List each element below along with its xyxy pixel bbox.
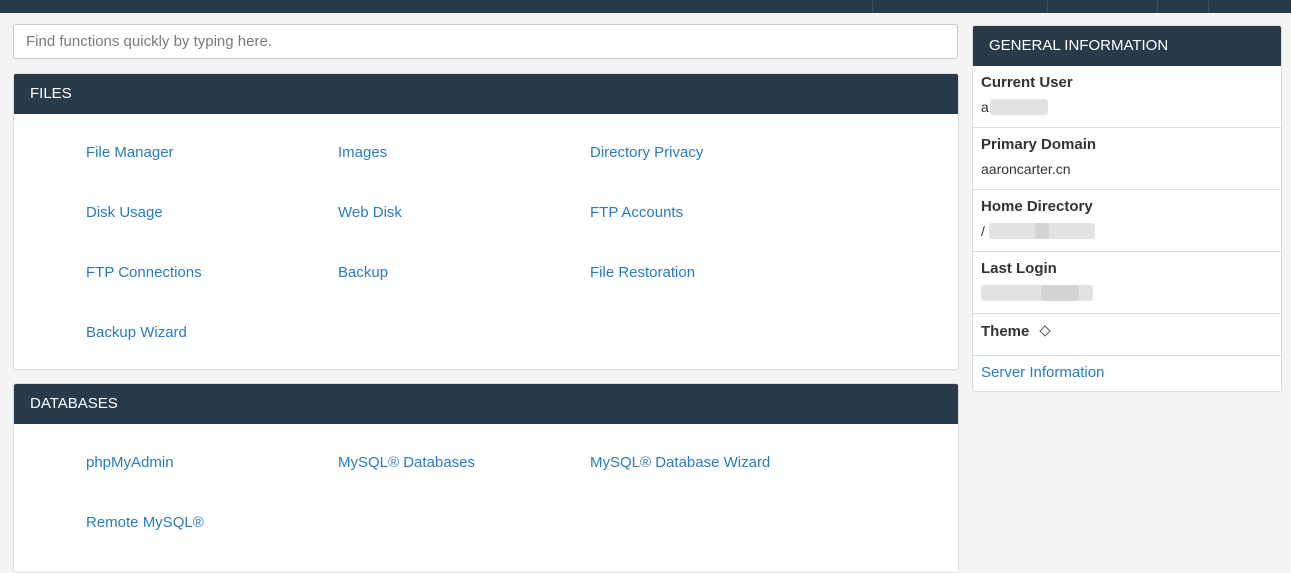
home-directory-text: / xyxy=(981,223,985,239)
server-information-link[interactable]: Server Information xyxy=(981,364,1104,381)
topbar-divider xyxy=(1047,0,1048,13)
quick-find-search-input[interactable] xyxy=(13,24,958,59)
main-content: FILES File Manager Images Directory Priv… xyxy=(13,24,959,573)
current-user-row: Current User a xyxy=(973,66,1281,128)
current-user-text: a xyxy=(981,99,989,115)
home-directory-value: / xyxy=(981,222,1273,240)
directory-privacy-link[interactable]: Directory Privacy xyxy=(590,144,703,161)
primary-domain-value: aaroncarter.cn xyxy=(981,161,1071,177)
mysql-database-wizard-link[interactable]: MySQL® Database Wizard xyxy=(590,454,770,471)
web-disk-link[interactable]: Web Disk xyxy=(338,204,402,221)
mysql-databases-link[interactable]: MySQL® Databases xyxy=(338,454,475,471)
top-navigation-bar xyxy=(0,0,1291,13)
last-login-label: Last Login xyxy=(981,260,1057,277)
primary-domain-row: Primary Domain aaroncarter.cn xyxy=(973,128,1281,190)
general-information-title: GENERAL INFORMATION xyxy=(973,26,1281,66)
disk-usage-link[interactable]: Disk Usage xyxy=(86,204,163,221)
ftp-accounts-link[interactable]: FTP Accounts xyxy=(590,204,683,221)
theme-selector-icon[interactable] xyxy=(1039,325,1051,337)
home-directory-row: Home Directory / xyxy=(973,190,1281,252)
home-directory-label: Home Directory xyxy=(981,198,1093,215)
redacted-blur xyxy=(1041,285,1079,301)
databases-panel-title[interactable]: DATABASES xyxy=(14,384,958,424)
file-restoration-link[interactable]: File Restoration xyxy=(590,264,695,281)
backup-wizard-link[interactable]: Backup Wizard xyxy=(86,324,187,341)
phpmyadmin-link[interactable]: phpMyAdmin xyxy=(86,454,174,471)
server-information-row: Server Information xyxy=(973,356,1281,391)
backup-link[interactable]: Backup xyxy=(338,264,388,281)
primary-domain-label: Primary Domain xyxy=(981,136,1097,153)
remote-mysql-link[interactable]: Remote MySQL® xyxy=(86,514,204,531)
redacted-blur xyxy=(990,99,1048,115)
databases-panel: DATABASES phpMyAdmin MySQL® Databases My… xyxy=(13,383,959,573)
topbar-divider xyxy=(1208,0,1209,13)
theme-row: Theme xyxy=(973,314,1281,356)
files-panel: FILES File Manager Images Directory Priv… xyxy=(13,73,959,370)
files-panel-title[interactable]: FILES xyxy=(14,74,958,114)
images-link[interactable]: Images xyxy=(338,144,387,161)
file-manager-link[interactable]: File Manager xyxy=(86,144,174,161)
current-user-value: a xyxy=(981,98,1273,116)
topbar-divider xyxy=(872,0,873,13)
redacted-blur xyxy=(1035,223,1049,239)
theme-label: Theme xyxy=(981,323,1030,340)
topbar-divider xyxy=(1157,0,1158,13)
ftp-connections-link[interactable]: FTP Connections xyxy=(86,264,202,281)
current-user-label: Current User xyxy=(981,74,1073,91)
general-information-panel: GENERAL INFORMATION Current User a Prima… xyxy=(972,25,1282,392)
last-login-row: Last Login xyxy=(973,252,1281,314)
last-login-value xyxy=(981,284,1273,302)
